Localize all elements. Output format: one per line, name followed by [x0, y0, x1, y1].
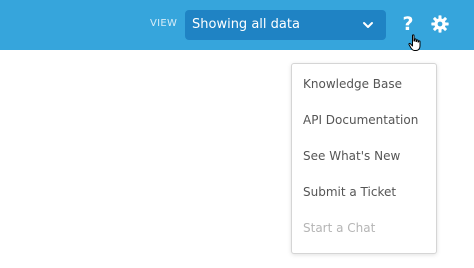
menu-item-submit-ticket[interactable]: Submit a Ticket: [303, 185, 396, 199]
gear-icon[interactable]: [431, 15, 449, 33]
view-select[interactable]: Showing all data: [185, 10, 386, 40]
menu-item-whats-new[interactable]: See What's New: [303, 149, 400, 163]
chevron-down-icon: [363, 22, 373, 28]
top-bar: VIEW Showing all data ?: [0, 0, 474, 51]
view-label: VIEW: [150, 18, 178, 29]
view-select-value: Showing all data: [192, 17, 300, 32]
menu-item-start-chat: Start a Chat: [303, 221, 376, 235]
hand-cursor-icon: [408, 34, 421, 51]
menu-item-api-documentation[interactable]: API Documentation: [303, 113, 418, 127]
menu-item-knowledge-base[interactable]: Knowledge Base: [303, 77, 402, 91]
help-menu: Knowledge Base API Documentation See Wha…: [291, 63, 437, 254]
question-mark-icon[interactable]: ?: [400, 13, 416, 35]
